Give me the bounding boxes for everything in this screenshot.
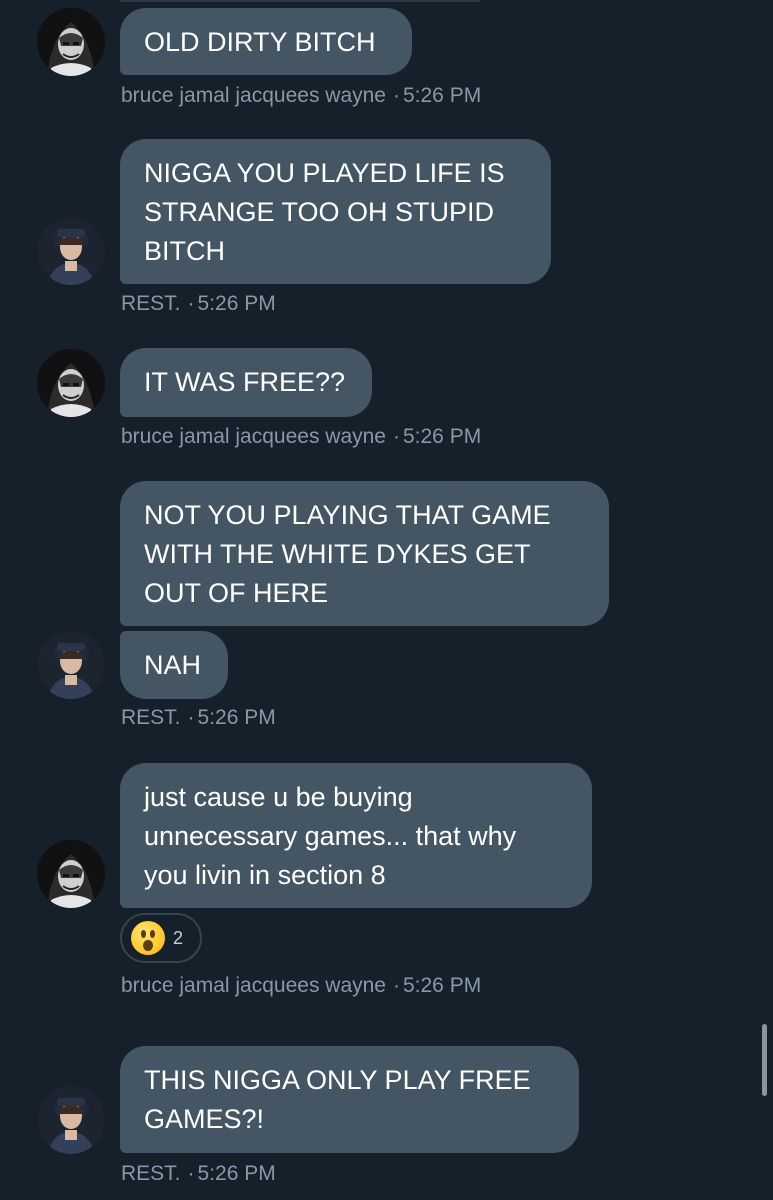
message-meta: bruce jamal jacquees wayne · 5:26 PM	[121, 425, 481, 449]
meta-separator: ·	[187, 706, 195, 729]
message-text-line: you livin in section 8	[144, 860, 386, 890]
message-text: OLD DIRTY BITCH	[144, 27, 376, 57]
message-bubble[interactable]: just cause u be buying unnecessary games…	[120, 763, 592, 908]
reaction-pill[interactable]: 2	[120, 913, 202, 963]
message-meta: REST. · 5:26 PM	[121, 1162, 276, 1186]
meta-separator: ·	[392, 974, 400, 997]
message-text-line: unnecessary games... that why	[144, 821, 517, 851]
message-bubble[interactable]: NAH	[120, 631, 228, 699]
message-meta: bruce jamal jacquees wayne · 5:26 PM	[121, 974, 481, 998]
sender-name[interactable]: bruce jamal jacquees wayne	[121, 974, 386, 997]
girl-portrait-avatar-icon	[37, 217, 105, 285]
hooded-figure-avatar-icon	[37, 8, 105, 76]
message-text-line: just cause u be buying	[144, 782, 413, 812]
message-text-line: OUT OF HERE	[144, 578, 329, 608]
timestamp: 5:26 PM	[197, 292, 276, 315]
message-text-line: STRANGE TOO OH STUPID	[144, 197, 495, 227]
astonished-face-icon	[131, 921, 165, 955]
message-bubble[interactable]: OLD DIRTY BITCH	[120, 8, 412, 75]
message-text-line: NOT YOU PLAYING THAT GAME	[144, 500, 551, 530]
timestamp: 5:26 PM	[402, 84, 482, 107]
message-text-line: NIGGA YOU PLAYED LIFE IS	[144, 158, 505, 188]
meta-separator: ·	[187, 1162, 195, 1185]
previous-message-edge	[120, 0, 480, 2]
reaction-count: 2	[173, 927, 184, 948]
message-text-line: GAMES?!	[144, 1104, 265, 1134]
hooded-figure-avatar-icon	[37, 840, 105, 908]
avatar-rest[interactable]	[37, 217, 105, 285]
message-bubble[interactable]: IT WAS FREE??	[120, 348, 372, 417]
message-text: IT WAS FREE??	[144, 367, 346, 397]
hooded-figure-avatar-icon	[37, 349, 105, 417]
timestamp: 5:26 PM	[197, 706, 276, 729]
message-text-line: WITH THE WHITE DYKES GET	[144, 539, 531, 569]
girl-portrait-avatar-icon	[37, 631, 105, 699]
avatar-bruce[interactable]	[37, 840, 105, 908]
sender-name[interactable]: REST.	[121, 706, 181, 729]
sender-name[interactable]: bruce jamal jacquees wayne	[121, 84, 386, 107]
timestamp: 5:26 PM	[402, 974, 482, 997]
message-text: NAH	[144, 650, 202, 680]
girl-portrait-avatar-icon	[37, 1086, 105, 1154]
avatar-bruce[interactable]	[37, 8, 105, 76]
meta-separator: ·	[392, 84, 400, 107]
avatar-bruce[interactable]	[37, 349, 105, 417]
sender-name[interactable]: REST.	[121, 1162, 181, 1185]
message-bubble[interactable]: NOT YOU PLAYING THAT GAME WITH THE WHITE…	[120, 481, 609, 626]
scrollbar-thumb[interactable]	[762, 1024, 767, 1096]
message-text-line: BITCH	[144, 236, 225, 266]
avatar-rest[interactable]	[37, 631, 105, 699]
meta-separator: ·	[392, 425, 400, 448]
message-meta: REST. · 5:26 PM	[121, 706, 276, 730]
message-bubble[interactable]: NIGGA YOU PLAYED LIFE IS STRANGE TOO OH …	[120, 139, 551, 284]
avatar-rest[interactable]	[37, 1086, 105, 1154]
message-bubble[interactable]: THIS NIGGA ONLY PLAY FREE GAMES?!	[120, 1046, 579, 1153]
message-text-line: THIS NIGGA ONLY PLAY FREE	[144, 1065, 531, 1095]
message-meta: REST. · 5:26 PM	[121, 292, 276, 316]
meta-separator: ·	[187, 292, 195, 315]
sender-name[interactable]: REST.	[121, 292, 181, 315]
message-meta: bruce jamal jacquees wayne · 5:26 PM	[121, 84, 481, 108]
sender-name[interactable]: bruce jamal jacquees wayne	[121, 425, 386, 448]
timestamp: 5:26 PM	[197, 1162, 276, 1185]
timestamp: 5:26 PM	[402, 425, 482, 448]
